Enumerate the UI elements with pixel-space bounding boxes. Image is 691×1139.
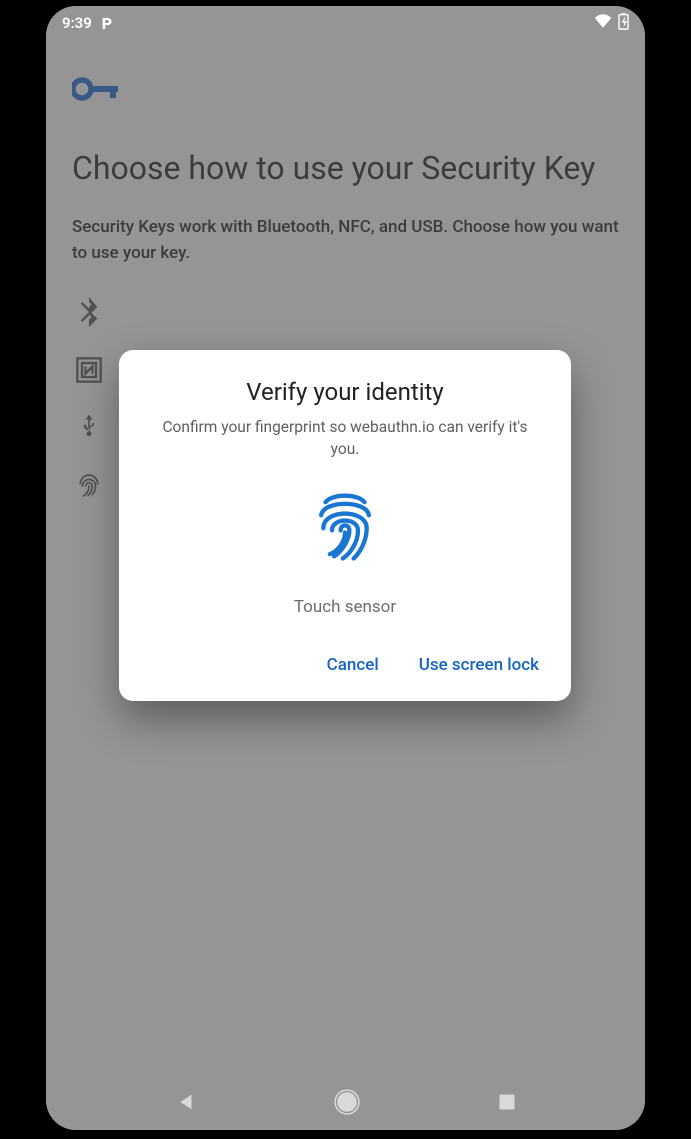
verify-identity-dialog: Verify your identity Confirm your finger… bbox=[119, 350, 571, 701]
cancel-button[interactable]: Cancel bbox=[323, 647, 383, 683]
square-recent-icon bbox=[497, 1092, 517, 1112]
circle-home-icon bbox=[334, 1089, 360, 1115]
sensor-hint: Touch sensor bbox=[294, 597, 396, 617]
status-time: 9:39 bbox=[62, 14, 92, 32]
nav-back-button[interactable] bbox=[167, 1083, 205, 1121]
phone-frame: Choose how to use your Security Key Secu… bbox=[46, 6, 645, 1130]
fingerprint-icon bbox=[310, 487, 380, 569]
status-app-indicator: P bbox=[102, 14, 112, 33]
triangle-back-icon bbox=[175, 1091, 197, 1113]
use-screen-lock-button[interactable]: Use screen lock bbox=[415, 647, 543, 683]
wifi-icon bbox=[594, 14, 612, 32]
dialog-actions: Cancel Use screen lock bbox=[143, 647, 547, 683]
dialog-title: Verify your identity bbox=[246, 378, 444, 406]
dialog-message: Confirm your fingerprint so webauthn.io … bbox=[155, 416, 535, 461]
status-bar: 9:39 P bbox=[46, 6, 645, 40]
nav-home-button[interactable] bbox=[326, 1081, 368, 1123]
battery-icon bbox=[618, 12, 629, 34]
nav-recent-button[interactable] bbox=[489, 1084, 525, 1120]
navigation-bar bbox=[46, 1074, 645, 1130]
